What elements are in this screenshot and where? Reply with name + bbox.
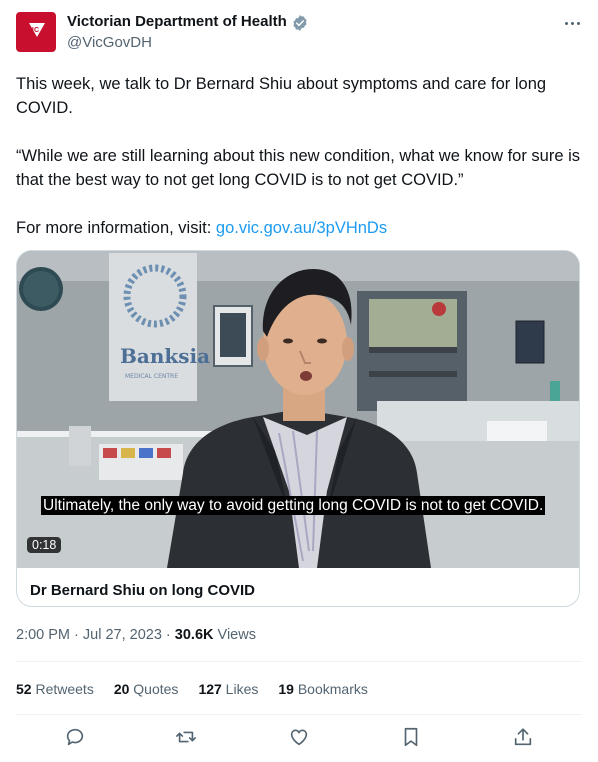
tweet-text-paragraph-2: “While we are still learning about this …	[16, 147, 581, 189]
views-count: 30.6K	[174, 627, 214, 643]
avatar[interactable]: VIC	[16, 12, 56, 52]
vic-logo-text: VIC	[27, 27, 40, 34]
quotes-stat[interactable]: 20 Quotes	[114, 681, 179, 697]
poster-sign: Banksia	[120, 344, 210, 368]
retweets-stat[interactable]: 52 Retweets	[16, 681, 94, 697]
video-title[interactable]: Dr Bernard Shiu on long COVID	[30, 582, 255, 599]
tweet-meta: 2:00 PM · Jul 27, 2023 · 30.6K Views	[16, 627, 256, 643]
divider-bottom	[16, 714, 582, 715]
likes-label: Likes	[221, 681, 259, 697]
quotes-label: Quotes	[129, 681, 179, 697]
meta-separator: ·	[161, 627, 175, 643]
bookmarks-label: Bookmarks	[293, 681, 368, 697]
tweet-stats: 52 Retweets 20 Quotes 127 Likes 19 Bookm…	[16, 681, 368, 697]
retweet-icon[interactable]	[175, 726, 197, 748]
more-icon[interactable]	[560, 12, 584, 34]
quotes-count: 20	[113, 681, 130, 697]
tweet-link[interactable]: go.vic.gov.au/3pVHnDs	[216, 219, 387, 237]
retweets-label: Retweets	[31, 681, 94, 697]
bookmarks-count: 19	[278, 681, 294, 697]
likes-stat[interactable]: 127 Likes	[198, 681, 258, 697]
bookmark-icon[interactable]	[400, 726, 422, 748]
reply-icon[interactable]	[64, 726, 86, 748]
retweets-count: 52	[16, 681, 32, 697]
video-timer: 0:18	[27, 537, 62, 553]
author-name[interactable]: Victorian Department of Health	[67, 13, 287, 30]
like-icon[interactable]	[288, 726, 310, 748]
verified-icon	[293, 15, 307, 31]
author-handle[interactable]: @VicGovDH	[67, 34, 152, 51]
bookmarks-stat[interactable]: 19 Bookmarks	[278, 681, 368, 697]
action-bar	[16, 726, 582, 752]
video-caption: Ultimately, the only way to avoid gettin…	[41, 496, 546, 515]
poster-sub: MEDICAL CENTRE	[125, 373, 178, 380]
tweet-text-paragraph-3: For more information, visit: go.vic.gov.…	[16, 216, 582, 240]
share-icon[interactable]	[512, 726, 534, 748]
views-label: Views	[213, 627, 256, 643]
likes-count: 127	[198, 681, 222, 697]
timestamp[interactable]: 2:00 PM · Jul 27, 2023	[16, 627, 162, 643]
video-player[interactable]: Banksia MEDICAL CENTRE Ultimately, the o…	[17, 251, 579, 568]
tweet-text-paragraph-1: This week, we talk to Dr Bernard Shiu ab…	[16, 75, 547, 117]
video-frame: Banksia MEDICAL CENTRE	[17, 251, 579, 568]
divider-top	[16, 661, 582, 662]
video-card[interactable]: Banksia MEDICAL CENTRE Ultimately, the o…	[16, 250, 580, 607]
tweet-text-prefix: For more information, visit:	[16, 219, 216, 237]
